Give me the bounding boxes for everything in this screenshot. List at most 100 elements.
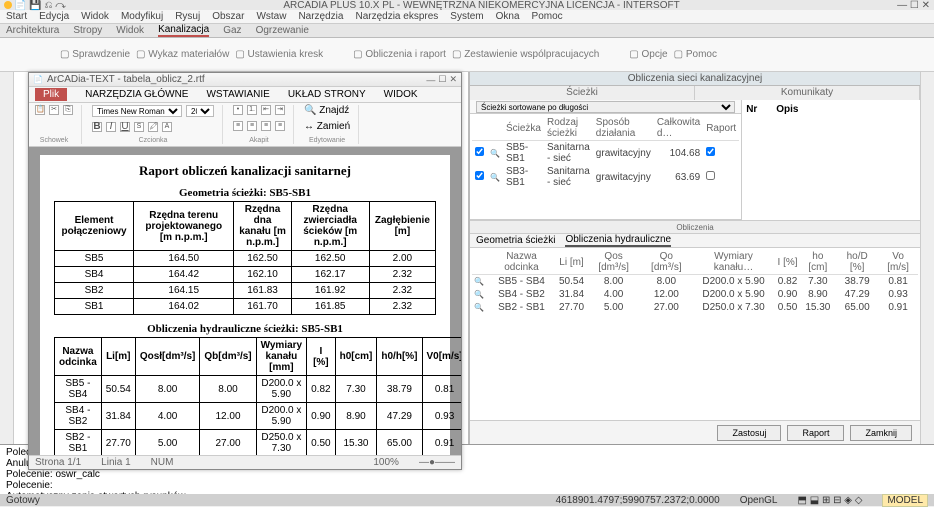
menu-start[interactable]: Start xyxy=(6,11,27,22)
panel-filter[interactable]: Ścieżki sortowane po długości xyxy=(470,100,741,114)
strike-button[interactable]: S xyxy=(134,122,144,132)
paste-icon[interactable]: 📋 xyxy=(35,105,45,115)
ribbon-item[interactable]: ▢ Pomoc xyxy=(674,49,717,60)
menu-modyfikuj[interactable]: Modyfikuj xyxy=(121,11,163,22)
menu-narzędzia[interactable]: Narzędzia xyxy=(298,11,343,22)
raport-button[interactable]: Raport xyxy=(787,425,844,441)
te-page: Raport obliczeń kanalizacji sanitarnej G… xyxy=(40,155,450,455)
align-left-icon[interactable]: ≡ xyxy=(233,121,243,131)
font-select[interactable]: Times New Roman xyxy=(92,105,182,117)
report-check[interactable] xyxy=(706,171,715,180)
align-center-icon[interactable]: ≡ xyxy=(247,121,257,131)
ribbon-item[interactable]: ▢ Sprawdzenie xyxy=(60,49,130,60)
menu-edycja[interactable]: Edycja xyxy=(39,11,69,22)
ribbon-item[interactable]: ▢ Ustawienia kresk xyxy=(235,49,323,60)
te-tab-1[interactable]: NARZĘDZIA GŁÓWNE xyxy=(85,89,188,100)
zoom-slider[interactable]: —●—— xyxy=(419,457,455,468)
indent-dec-icon[interactable]: ⇤ xyxy=(261,105,271,115)
path-row[interactable]: 🔍SB3-SB1Sanitarna - siećgrawitacyjny63.6… xyxy=(472,165,739,189)
magnify-icon[interactable]: 🔍 xyxy=(487,141,503,166)
align-justify-icon[interactable]: ≡ xyxy=(275,121,285,131)
te-tabs[interactable]: Plik NARZĘDZIA GŁÓWNE WSTAWIANIE UKŁAD STRO… xyxy=(29,87,461,103)
te-document-area[interactable]: Raport obliczeń kanalizacji sanitarnej G… xyxy=(29,147,461,455)
calc-results-table[interactable]: Nazwa odcinkaLi [m]Qos [dm³/s]Qo [dm³/s]… xyxy=(470,248,920,420)
align-right-icon[interactable]: ≡ xyxy=(261,121,271,131)
replace-button[interactable]: ↔ Zamień xyxy=(304,121,350,132)
te-tab-2[interactable]: WSTAWIANIE xyxy=(206,89,269,100)
status-model[interactable]: MODEL xyxy=(882,494,928,507)
te-tab-4[interactable]: WIDOK xyxy=(384,89,418,100)
bullets-icon[interactable]: • xyxy=(233,105,243,115)
menu-okna[interactable]: Okna xyxy=(496,11,520,22)
zastosuj-button[interactable]: Zastosuj xyxy=(717,425,781,441)
te-group-clipboard: Schowek xyxy=(35,137,73,144)
fontsize-select[interactable]: 20 xyxy=(186,105,214,117)
underline-button[interactable]: U xyxy=(120,122,130,132)
right-toolbar[interactable] xyxy=(920,72,934,444)
calc-row[interactable]: 🔍SB5 - SB450.548.008.00D200.0 x 5.900.82… xyxy=(472,275,918,289)
ribbon-tab-2[interactable]: Widok xyxy=(116,25,144,36)
left-toolbar[interactable] xyxy=(0,72,14,444)
ribbon-panel[interactable]: ▢ Sprawdzenie ▢ Wykaz materiałów ▢ Ustawie… xyxy=(0,38,934,72)
te-max-button[interactable]: ☐ xyxy=(438,74,446,85)
magnify-icon[interactable]: 🔍 xyxy=(474,290,484,299)
qat-buttons[interactable]: 📄 💾 ⎌ ↷ xyxy=(14,0,66,11)
ribbon-tab-0[interactable]: Architektura xyxy=(6,25,59,36)
te-close-button[interactable]: ✕ xyxy=(449,74,457,85)
ribbon-item[interactable]: ▢ Obliczenia i raport xyxy=(353,49,446,60)
italic-button[interactable]: I xyxy=(106,122,116,132)
magnify-icon[interactable]: 🔍 xyxy=(474,277,484,286)
menu-pomoc[interactable]: Pomoc xyxy=(532,11,563,22)
calc-tab-0[interactable]: Geometria ścieżki xyxy=(476,235,555,246)
calc-tab-1[interactable]: Obliczenia hydrauliczne xyxy=(565,234,671,247)
row-select[interactable] xyxy=(475,171,484,180)
calc-tabs[interactable]: Geometria ścieżki Obliczenia hydrauliczne xyxy=(470,234,920,248)
panel-subtabs[interactable]: ŚcieżkiKomunikaty xyxy=(470,86,920,100)
zamknij-button[interactable]: Zamknij xyxy=(850,425,912,441)
filter-select[interactable]: Ścieżki sortowane po długości xyxy=(476,101,735,113)
indent-inc-icon[interactable]: ⇥ xyxy=(275,105,285,115)
menu-narzędzia ekspres[interactable]: Narzędzia ekspres xyxy=(355,11,438,22)
paths-table[interactable]: ŚcieżkaRodzaj ścieżkiSposób działaniaCał… xyxy=(470,114,741,220)
copy-icon[interactable]: ⎘ xyxy=(63,105,73,115)
ribbon-tab-4[interactable]: Gaz xyxy=(223,25,241,36)
te-tab-3[interactable]: UKŁAD STRONY xyxy=(288,89,366,100)
te-min-button[interactable]: — xyxy=(426,75,435,85)
ribbon-tabs[interactable]: Architektura Stropy Widok Kanalizacja Gaz Ogr… xyxy=(0,24,934,38)
ribbon-item[interactable]: ▢ Wykaz materiałów xyxy=(136,49,229,60)
ribbon-tab-3[interactable]: Kanalizacja xyxy=(158,24,209,37)
menu-rysuj[interactable]: Rysuj xyxy=(175,11,200,22)
te-ribbon[interactable]: 📋 ✂ ⎘ Schowek Times New Roman 20 B I U xyxy=(29,103,461,147)
te-tab-0[interactable]: Plik xyxy=(35,88,67,101)
menu-widok[interactable]: Widok xyxy=(81,11,109,22)
drawing-canvas[interactable]: 📄 ArCADia-TEXT - tabela_oblicz_2.rtf — ☐… xyxy=(14,72,470,444)
row-select[interactable] xyxy=(475,147,484,156)
menu-wstaw[interactable]: Wstaw xyxy=(256,11,286,22)
ribbon-tab-5[interactable]: Ogrzewanie xyxy=(256,25,309,36)
cut-icon[interactable]: ✂ xyxy=(49,105,59,115)
ribbon-item[interactable]: ▢ Zestawienie wspólpracujacych xyxy=(452,49,599,60)
ribbon-tab-1[interactable]: Stropy xyxy=(73,25,102,36)
magnify-icon[interactable]: 🔍 xyxy=(474,303,484,312)
find-button[interactable]: 🔍 Znajdź xyxy=(304,105,349,116)
magnify-icon[interactable]: 🔍 xyxy=(487,165,503,189)
path-row[interactable]: 🔍SB5-SB1Sanitarna - siećgrawitacyjny104.… xyxy=(472,141,739,166)
calc-row[interactable]: 🔍SB4 - SB231.844.0012.00D200.0 x 5.900.9… xyxy=(472,288,918,301)
app-menubar[interactable]: Start Edycja Widok Modyfikuj Rysuj Obszar Wsta… xyxy=(0,10,934,24)
highlight-button[interactable]: 🖍 xyxy=(148,122,158,132)
numbering-icon[interactable]: 1. xyxy=(247,105,257,115)
bold-button[interactable]: B xyxy=(92,122,102,132)
menu-system[interactable]: System xyxy=(450,11,483,22)
window-controls[interactable]: — ☐ ✕ xyxy=(897,0,930,11)
te-titlebar[interactable]: 📄 ArCADia-TEXT - tabela_oblicz_2.rtf — ☐… xyxy=(29,73,461,87)
hydr-table: Nazwa odcinkaLi[m]Qosł[dm³/s]Qb[dm³/s]Wy… xyxy=(54,337,461,455)
menu-obszar[interactable]: Obszar xyxy=(212,11,244,22)
ribbon-item[interactable]: ▢ Opcje xyxy=(629,49,667,60)
qat-icon xyxy=(4,1,12,9)
status-icons[interactable]: ⬒ ⬓ ⊞ ⊟ ◈ ◇ xyxy=(798,495,863,506)
te-group-edit: Edytowanie xyxy=(304,137,350,144)
messages-list: NrOpis xyxy=(741,100,920,220)
calc-row[interactable]: 🔍SB2 - SB127.705.0027.00D250.0 x 7.300.5… xyxy=(472,301,918,314)
fontcolor-button[interactable]: A xyxy=(162,122,172,132)
report-check[interactable] xyxy=(706,147,715,156)
